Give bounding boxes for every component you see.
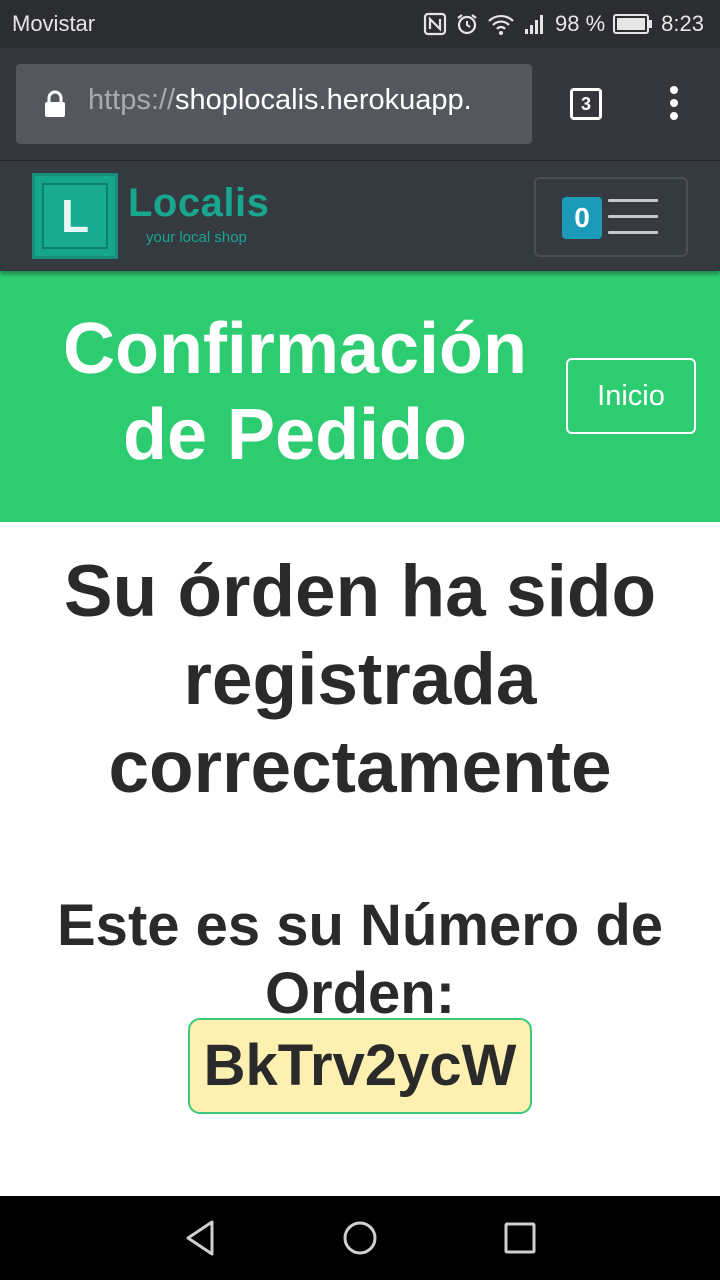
url-host: shoplocalis.herokuapp. bbox=[175, 84, 472, 116]
nfc-icon bbox=[423, 12, 447, 36]
hamburger-menu-icon bbox=[608, 199, 658, 239]
page-banner: Confirmación de Pedido Inicio bbox=[0, 270, 720, 522]
brand-tagline: your local shop bbox=[146, 229, 247, 246]
wifi-icon bbox=[487, 12, 515, 36]
signal-icon bbox=[523, 12, 547, 36]
status-bar: Movistar 98 % 8:23 bbox=[0, 0, 720, 48]
brand-name[interactable]: Localis bbox=[128, 181, 269, 226]
lock-icon bbox=[44, 90, 66, 123]
browser-toolbar: https://shoplocalis.herokuapp. 3 bbox=[0, 48, 720, 160]
system-nav-bar bbox=[0, 1196, 720, 1280]
url-text: https://shoplocalis.herokuapp. bbox=[88, 84, 472, 117]
status-icons: 98 % 8:23 bbox=[423, 8, 704, 40]
carrier-name: Movistar bbox=[12, 11, 96, 36]
inicio-button[interactable]: Inicio bbox=[566, 358, 696, 434]
address-bar[interactable]: https://shoplocalis.herokuapp. bbox=[16, 64, 532, 144]
battery-percent: 98 % bbox=[555, 11, 606, 36]
back-triangle-icon[interactable] bbox=[178, 1216, 222, 1260]
alarm-icon bbox=[455, 12, 479, 36]
order-number-label: Este es su Número de Orden: bbox=[57, 893, 663, 1026]
menu-toggle-button[interactable]: 0 bbox=[534, 177, 688, 257]
url-scheme: https:// bbox=[88, 84, 176, 116]
success-heading: Su órden ha sido registrada correctament… bbox=[63, 551, 657, 808]
recents-square-icon[interactable] bbox=[498, 1216, 542, 1260]
tab-switcher-button[interactable]: 3 bbox=[570, 88, 602, 120]
battery-icon bbox=[613, 13, 653, 35]
page-title: Confirmación de Pedido bbox=[62, 309, 528, 475]
clock: 8:23 bbox=[661, 11, 704, 36]
order-number-value: BkTrv2ycW bbox=[188, 1018, 532, 1114]
logo-letter: L bbox=[42, 183, 108, 249]
cart-count-badge: 0 bbox=[562, 197, 602, 239]
home-circle-icon[interactable] bbox=[338, 1216, 382, 1260]
more-vert-icon[interactable] bbox=[666, 86, 682, 126]
logo-icon[interactable]: L bbox=[32, 173, 118, 259]
app-header: L Localis your local shop 0 bbox=[0, 160, 720, 271]
